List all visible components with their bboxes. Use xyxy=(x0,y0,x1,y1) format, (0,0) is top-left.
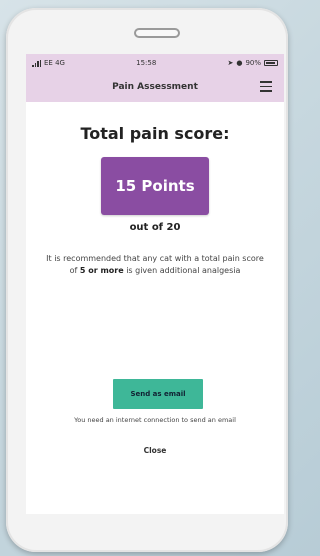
score-max: out of 20 xyxy=(129,222,181,233)
location-icon: ➤ xyxy=(227,59,234,67)
email-connection-note: You need an internet connection to send … xyxy=(74,416,236,424)
score-box: 15 Points xyxy=(101,157,209,215)
carrier-text: EE 4G xyxy=(44,59,65,67)
hamburger-menu-icon[interactable] xyxy=(260,81,272,92)
recommendation-text: It is recommended that any cat with a to… xyxy=(42,253,268,277)
signal-icon xyxy=(32,59,41,67)
phone-frame: EE 4G 15:58 ➤ ● 90% Pain Assessment Tota… xyxy=(6,8,288,552)
status-bar: EE 4G 15:58 ➤ ● 90% xyxy=(26,54,284,72)
battery-icon xyxy=(264,60,278,66)
app-header: Pain Assessment xyxy=(26,72,284,102)
clock-text: 15:58 xyxy=(136,59,157,67)
alarm-icon: ● xyxy=(236,59,243,67)
speaker-grille xyxy=(134,28,180,38)
battery-percent: 90% xyxy=(245,59,261,67)
score-value: 15 Points xyxy=(115,177,195,195)
recommendation-threshold: 5 or more xyxy=(79,266,124,275)
screen: EE 4G 15:58 ➤ ● 90% Pain Assessment Tota… xyxy=(26,54,284,514)
score-heading: Total pain score: xyxy=(80,124,230,143)
recommendation-part2: is given additional analgesia xyxy=(123,266,241,275)
close-button[interactable]: Close xyxy=(26,446,284,455)
status-right: ➤ ● 90% xyxy=(227,59,278,67)
send-email-button[interactable]: Send as email xyxy=(113,379,203,409)
page-title: Pain Assessment xyxy=(112,82,198,92)
status-left: EE 4G xyxy=(32,59,65,67)
